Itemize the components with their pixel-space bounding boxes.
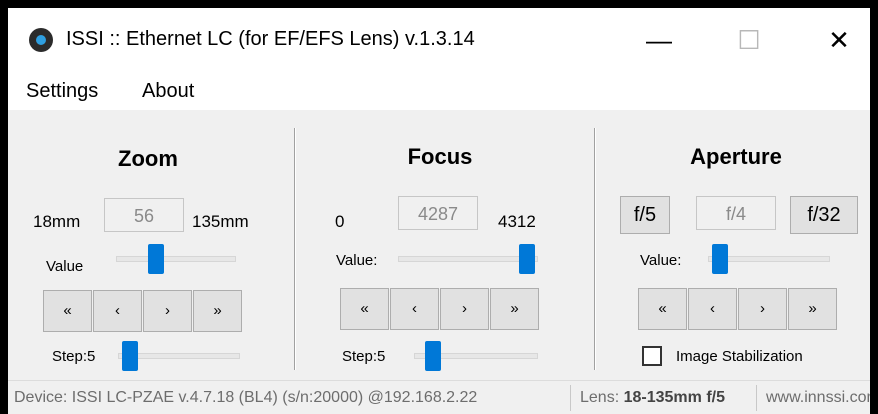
focus-aperture-divider [594,128,596,370]
aperture-min-button[interactable]: f/5 [620,196,670,234]
aperture-value-field[interactable]: f/4 [696,196,776,230]
status-bar: Device: ISSI LC-PZAE v.4.7.18 (BL4) (s/n… [8,380,870,414]
aperture-next-button[interactable]: › [738,288,787,330]
zoom-value-slider-track [116,256,236,262]
focus-max-label: 4312 [498,212,536,231]
maximize-button[interactable]: ☐ [726,22,772,58]
focus-heading: Focus [407,144,473,169]
aperture-prev-button[interactable]: ‹ [688,288,737,330]
aperture-heading: Aperture [690,144,782,169]
status-divider [570,385,571,411]
focus-min-label: 0 [335,212,345,231]
website-link[interactable]: www.innssi.com [766,389,870,407]
aperture-last-button[interactable]: » [788,288,837,330]
control-panel: Zoom 18mm 56 135mm Value « ‹ › » Step:5 … [8,110,870,380]
focus-value-slider-track [398,256,538,262]
lens-status: Lens: 18-135mm f/5 [580,389,725,407]
focus-next-button[interactable]: › [440,288,489,330]
zoom-next-button[interactable]: › [143,290,192,332]
app-window: ISSI :: Ethernet LC (for EF/EFS Lens) v.… [8,8,870,414]
app-logo-icon [29,28,53,52]
menu-settings[interactable]: Settings [26,80,98,103]
zoom-heading: Zoom [118,146,178,171]
menu-about[interactable]: About [142,80,194,103]
aperture-value-slider-thumb[interactable] [712,244,729,274]
status-divider [756,385,757,411]
zoom-focus-divider [294,128,296,370]
device-status: Device: ISSI LC-PZAE v.4.7.18 (BL4) (s/n… [14,389,478,406]
minimize-button[interactable]: — [636,22,682,58]
focus-first-button[interactable]: « [340,288,389,330]
zoom-min-label: 18mm [33,212,81,231]
zoom-value-label: Value [46,258,84,275]
focus-value-slider-thumb[interactable] [518,244,535,274]
focus-step-label: Step:5 [342,348,386,365]
zoom-value-field[interactable]: 56 [104,198,184,232]
focus-prev-button[interactable]: ‹ [390,288,439,330]
zoom-value-slider-thumb[interactable] [147,244,164,274]
zoom-step-label: Step:5 [52,348,96,365]
zoom-step-slider-thumb[interactable] [122,341,139,371]
zoom-first-button[interactable]: « [43,290,92,332]
zoom-last-button[interactable]: » [193,290,242,332]
lens-prefix: Lens: [580,389,624,406]
window-title: ISSI :: Ethernet LC (for EF/EFS Lens) v.… [66,28,475,50]
focus-value-field[interactable]: 4287 [398,196,478,230]
aperture-value-label: Value: [640,252,682,269]
focus-last-button[interactable]: » [490,288,539,330]
zoom-max-label: 135mm [192,212,249,231]
close-button[interactable]: ✕ [816,22,862,58]
focus-step-slider-thumb[interactable] [424,341,441,371]
aperture-max-button[interactable]: f/32 [790,196,858,234]
focus-value-label: Value: [336,252,378,269]
image-stabilization-checkbox[interactable] [642,346,662,366]
lens-value: 18-135mm f/5 [623,389,725,406]
zoom-prev-button[interactable]: ‹ [93,290,142,332]
aperture-first-button[interactable]: « [638,288,687,330]
image-stabilization-label: Image Stabilization [676,348,803,365]
menu-bar: Settings About [8,70,870,110]
title-bar: ISSI :: Ethernet LC (for EF/EFS Lens) v.… [8,8,870,70]
